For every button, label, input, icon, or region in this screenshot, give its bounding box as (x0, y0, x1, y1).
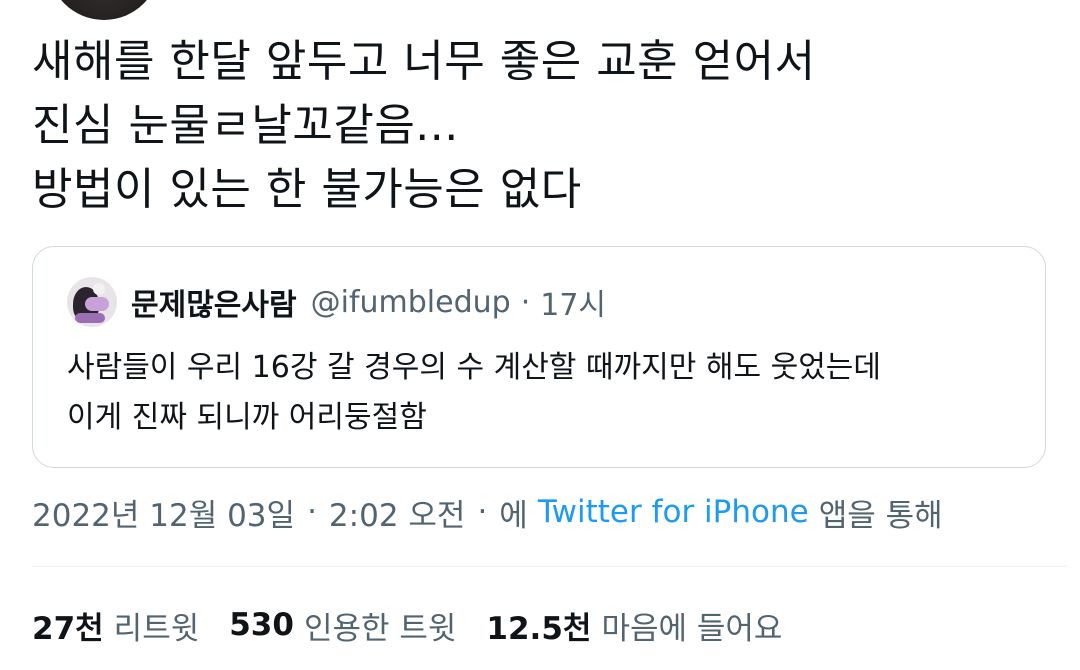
tweet-text-line: 진심 눈물ㄹ날꼬같음... (32, 100, 459, 151)
tweet-date[interactable]: 2022년 12월 03일 (32, 490, 295, 535)
tweet-text-line: 새해를 한달 앞두고 너무 좋은 교훈 얻어서 (32, 36, 816, 87)
author-avatar[interactable] (48, 0, 160, 20)
quote-tweets-count: 530 (229, 607, 294, 643)
tweet-metadata: 2022년 12월 03일 · 2:02 오전 · 에 Twitter for … (32, 490, 943, 534)
quoted-author-avatar[interactable] (67, 277, 117, 327)
quoted-tweet-time[interactable]: 17시 (540, 280, 606, 324)
divider (32, 566, 1068, 567)
quoted-author-handle[interactable]: @ifumbledup (311, 285, 511, 320)
retweets-label: 리트윗 (113, 610, 200, 647)
source-link[interactable]: Twitter for iPhone (538, 494, 809, 530)
likes-label: 마음에 들어요 (601, 610, 783, 647)
separator-dot: · (477, 494, 488, 530)
via-suffix: 앱을 통해 (818, 497, 943, 534)
via-prefix: 에 (499, 497, 528, 534)
tweet-text: 새해를 한달 앞두고 너무 좋은 교훈 얻어서 진심 눈물ㄹ날꼬같음... 방법… (32, 30, 1042, 222)
quoted-tweet-text: 사람들이 우리 16강 갈 경우의 수 계산할 때까지만 해도 웃었는데 이게 … (67, 343, 1017, 443)
separator-dot: · (520, 284, 531, 320)
quoted-text-line: 이게 진짜 되니까 어리둥절함 (67, 400, 427, 435)
quoted-text-line: 사람들이 우리 16강 갈 경우의 수 계산할 때까지만 해도 웃었는데 (67, 350, 881, 385)
likes-count: 12.5천 (486, 610, 592, 647)
likes-stat[interactable]: 12.5천 마음에 들어요 (486, 603, 782, 648)
engagement-stats: 27천 리트윗 530 인용한 트윗 12.5천 마음에 들어요 (32, 602, 812, 648)
tweet-text-line: 방법이 있는 한 불가능은 없다 (32, 164, 582, 215)
quoted-tweet-card[interactable]: 문제많은사람 @ifumbledup · 17시 사람들이 우리 16강 갈 경… (32, 246, 1046, 468)
retweets-stat[interactable]: 27천 리트윗 (32, 603, 199, 648)
quoted-tweet-header: 문제많은사람 @ifumbledup · 17시 (67, 277, 606, 327)
quoted-author-name[interactable]: 문제많은사람 (131, 280, 297, 324)
quote-tweets-stat[interactable]: 530 인용한 트윗 (229, 603, 456, 648)
retweets-count: 27천 (32, 610, 104, 647)
separator-dot: · (307, 494, 317, 530)
tweet-time[interactable]: 2:02 오전 (329, 490, 466, 535)
quote-tweets-label: 인용한 트윗 (303, 610, 457, 647)
